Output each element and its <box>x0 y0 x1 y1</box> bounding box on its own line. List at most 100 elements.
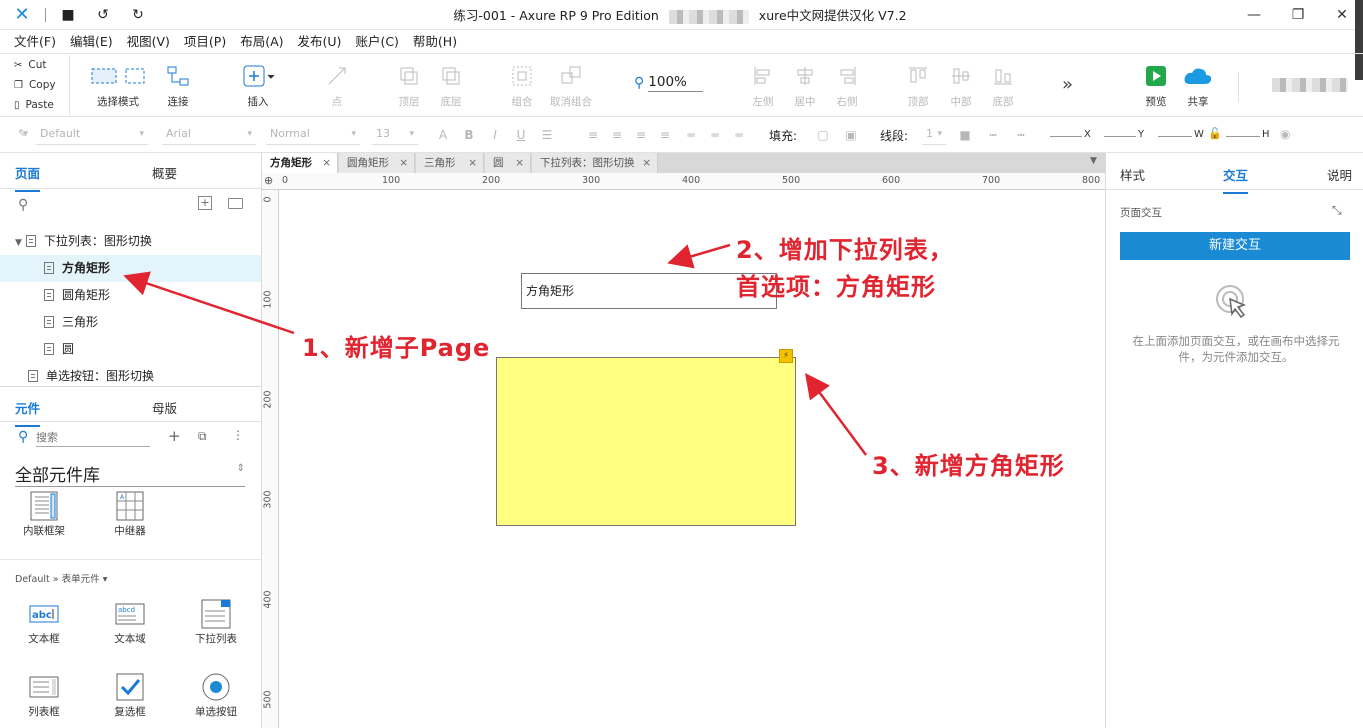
y-input[interactable] <box>1104 136 1136 137</box>
h-input[interactable] <box>1226 136 1260 137</box>
group-button[interactable]: 组合 <box>494 62 550 116</box>
add-library-icon[interactable]: + <box>168 427 181 445</box>
restore-icon[interactable]: ❐ <box>1286 4 1310 26</box>
stroke-width-input[interactable]: 1 <box>922 125 946 145</box>
menu-view[interactable]: 视图(V) <box>127 30 170 54</box>
tab-masters[interactable]: 母版 <box>152 398 177 417</box>
canvas-rectangle[interactable] <box>496 357 796 526</box>
close-tab-icon[interactable]: × <box>468 153 477 173</box>
point-button[interactable]: 点 <box>309 62 365 116</box>
lock-icon[interactable]: 🔓 <box>1208 127 1222 140</box>
interaction-bolt-icon[interactable]: ⚡ <box>779 349 793 363</box>
fill-color-icon[interactable]: ▢ <box>814 126 832 144</box>
tree-folder-dropdown[interactable]: ▼ 下拉列表：图形切换 <box>0 228 261 255</box>
widget-textarea[interactable]: abcd 文本域 <box>95 597 165 646</box>
more-options-icon[interactable]: ⋮ <box>232 428 244 442</box>
menu-help[interactable]: 帮助(H) <box>413 30 457 54</box>
style-select[interactable]: Default <box>36 125 148 145</box>
bold-icon[interactable]: B <box>460 126 478 144</box>
widget-search-input[interactable] <box>36 429 150 447</box>
x-input[interactable] <box>1050 136 1082 137</box>
valign-middle-icon[interactable]: ═ <box>706 126 724 144</box>
format-painter-icon[interactable]: ✎ <box>14 125 32 145</box>
font-size-select[interactable]: 13 <box>372 125 418 145</box>
stroke-pattern-icon[interactable]: ┅ <box>984 126 1002 144</box>
tab-style[interactable]: 样式 <box>1120 165 1145 184</box>
add-folder-icon[interactable] <box>228 198 243 209</box>
select-mode-button[interactable]: 选择模式 <box>90 62 146 116</box>
close-icon[interactable]: ✕ <box>1330 4 1354 26</box>
widget-inline-frame[interactable]: 内联框架 <box>9 489 79 538</box>
tab-outline[interactable]: 概要 <box>152 163 177 182</box>
undo-icon[interactable]: ↺ <box>92 4 114 26</box>
tab-interactions[interactable]: 交互 <box>1223 165 1249 194</box>
tab-widgets[interactable]: 元件 <box>15 398 41 427</box>
close-tab-icon[interactable]: × <box>322 153 331 173</box>
fill-shadow-icon[interactable]: ▣ <box>842 126 860 144</box>
font-weight-select[interactable]: Normal <box>266 125 360 145</box>
align-bottom-button[interactable]: 底部 <box>975 62 1031 116</box>
widget-repeater[interactable]: A 中继器 <box>95 489 165 538</box>
underline-icon[interactable]: U <box>512 126 530 144</box>
doc-tab-square-rect[interactable]: 方角矩形 × <box>262 153 338 173</box>
italic-icon[interactable]: I <box>486 126 504 144</box>
tab-pages[interactable]: 页面 <box>15 163 41 192</box>
tree-item-rounded-rect[interactable]: 圆角矩形 <box>0 282 261 309</box>
connect-button[interactable]: 连接 <box>150 62 206 116</box>
zoom-control[interactable]: ⚲ 100% <box>634 72 703 94</box>
stroke-color-icon[interactable]: ■ <box>956 126 974 144</box>
doc-tab-circle[interactable]: 圆 × <box>485 153 531 173</box>
text-align-left-icon[interactable]: ≡ <box>584 126 602 144</box>
bullet-list-icon[interactable]: ☰ <box>538 126 556 144</box>
menu-account[interactable]: 账户(C) <box>355 30 398 54</box>
widget-droplist[interactable]: 下拉列表 <box>181 597 251 646</box>
menu-edit[interactable]: 编辑(E) <box>70 30 113 54</box>
doc-tab-dropdown-page[interactable]: 下拉列表：图形切换 × <box>532 153 658 173</box>
tree-item-circle[interactable]: 圆 <box>0 336 261 363</box>
widget-radio[interactable]: 单选按钮 <box>181 670 251 719</box>
close-tab-icon[interactable]: × <box>642 153 651 173</box>
send-back-button[interactable]: 底层 <box>423 62 479 116</box>
doc-tab-triangle[interactable]: 三角形 × <box>416 153 484 173</box>
ungroup-button[interactable]: 取消组合 <box>543 62 599 116</box>
menu-project[interactable]: 项目(P) <box>184 30 226 54</box>
library-options-icon[interactable]: ⧉ <box>198 429 207 444</box>
menu-publish[interactable]: 发布(U) <box>298 30 342 54</box>
text-align-right-icon[interactable]: ≡ <box>632 126 650 144</box>
widget-checkbox[interactable]: 复选框 <box>95 670 165 719</box>
copy-button[interactable]: ❐ Copy <box>0 75 70 95</box>
text-justify-icon[interactable]: ≡ <box>656 126 674 144</box>
font-color-icon[interactable]: A <box>434 126 452 144</box>
expand-icon[interactable]: ⤡ <box>1332 203 1342 218</box>
redo-icon[interactable]: ↻ <box>127 4 149 26</box>
w-input[interactable] <box>1158 136 1192 137</box>
tree-item-triangle[interactable]: 三角形 <box>0 309 261 336</box>
add-page-icon[interactable]: + <box>198 196 212 210</box>
library-select[interactable]: 全部元件库 ⇕ <box>15 461 245 487</box>
text-align-center-icon[interactable]: ≡ <box>608 126 626 144</box>
menu-layout[interactable]: 布局(A) <box>240 30 283 54</box>
doc-tab-rounded-rect[interactable]: 圆角矩形 × <box>339 153 415 173</box>
cut-button[interactable]: ✂ Cut <box>0 55 70 75</box>
font-select[interactable]: Arial <box>162 125 256 145</box>
widget-textfield[interactable]: abc 文本框 <box>9 597 79 646</box>
collapse-arrow-icon[interactable]: ▼ <box>15 238 22 248</box>
insert-button[interactable]: 插入 <box>230 62 286 116</box>
share-button[interactable]: 共享 <box>1170 62 1226 116</box>
menu-file[interactable]: 文件(F) <box>14 30 56 54</box>
new-interaction-button[interactable]: 新建交互 <box>1120 232 1350 260</box>
page-search-icon[interactable]: ⚲ <box>18 197 28 213</box>
stroke-arrow-icon[interactable]: ┅ <box>1012 126 1030 144</box>
close-tab-icon[interactable]: × <box>399 153 408 173</box>
tab-list-arrow-icon[interactable]: ▼ <box>1090 156 1097 166</box>
paste-button[interactable]: ▯ Paste <box>0 95 70 115</box>
tree-item-square-rect[interactable]: 方角矩形 <box>0 255 261 282</box>
valign-top-icon[interactable]: ═ <box>682 126 700 144</box>
save-icon[interactable]: ■ <box>57 4 79 26</box>
minimize-icon[interactable]: — <box>1242 4 1266 26</box>
visibility-icon[interactable]: ◉ <box>1280 127 1290 141</box>
close-tab-icon[interactable]: × <box>515 153 524 173</box>
align-right-button[interactable]: 右侧 <box>819 62 875 116</box>
widget-listbox[interactable]: 列表框 <box>9 670 79 719</box>
more-tools-icon[interactable]: » <box>1062 74 1073 95</box>
